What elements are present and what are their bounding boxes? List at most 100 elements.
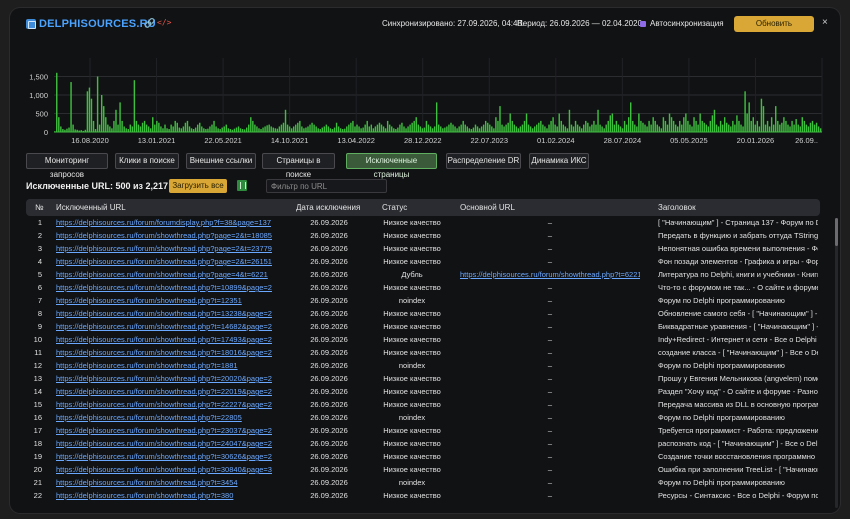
excluded-url-link[interactable]: https://delphisources.ru/forum/showthrea…: [56, 335, 294, 344]
status-label: Низкое качество: [383, 374, 441, 383]
tab-iks-dynamics[interactable]: Динамика ИКС: [529, 153, 589, 169]
link-icon[interactable]: 🔗: [144, 18, 155, 29]
excluded-url-link[interactable]: https://delphisources.ru/forum/showthrea…: [56, 270, 294, 279]
auto-sync-checkbox[interactable]: [640, 21, 646, 27]
excluded-url-link[interactable]: https://delphisources.ru/forum/showthrea…: [56, 348, 294, 357]
main-url: –: [547, 491, 553, 500]
excel-export-icon[interactable]: [237, 180, 247, 191]
scrollbar-thumb[interactable]: [835, 218, 838, 246]
chart-bar: [544, 126, 546, 132]
close-icon[interactable]: ×: [822, 17, 828, 28]
chart-bar: [254, 124, 256, 132]
chart-bar: [627, 117, 630, 132]
tab-excluded-pages[interactable]: Исключенные страницы: [346, 153, 437, 179]
chart-bar: [707, 126, 710, 132]
url-filter-input[interactable]: [266, 179, 387, 193]
chart-bar: [484, 120, 487, 132]
excluded-url-link[interactable]: https://delphisources.ru/forum/showthrea…: [56, 257, 294, 266]
excluded-url-link[interactable]: https://delphisources.ru/forum/showthrea…: [56, 309, 294, 318]
excluded-url-link[interactable]: https://delphisources.ru/forum/showthrea…: [56, 478, 294, 487]
chart-bar: [768, 126, 771, 132]
chart-bar: [595, 124, 597, 132]
excluded-url-link[interactable]: https://delphisources.ru/forum/showthrea…: [56, 231, 294, 240]
chart-bar: [482, 124, 485, 132]
table-row: 2 https://delphisources.ru/forum/showthre…: [26, 229, 820, 242]
main-url: –: [547, 413, 553, 422]
tab-external-links[interactable]: Внешние ссылки: [186, 153, 256, 169]
excluded-url-link[interactable]: https://delphisources.ru/forum/showthrea…: [56, 400, 294, 409]
chart-bar: [674, 124, 677, 132]
col-exclusion-date[interactable]: Дата исключения: [296, 203, 360, 212]
excluded-url-link[interactable]: https://delphisources.ru/forum/showthrea…: [56, 452, 294, 461]
col-status[interactable]: Статус: [382, 203, 407, 212]
status-label: Низкое качество: [383, 426, 441, 435]
main-url: –: [547, 374, 553, 383]
tab-dr-distribution[interactable]: Распределение DR: [446, 153, 521, 169]
excluded-url-link[interactable]: https://delphisources.ru/forum/showthrea…: [56, 296, 294, 305]
load-all-button[interactable]: Загрузить все: [169, 179, 227, 193]
chart-bar: [730, 126, 732, 132]
chart-bar: [274, 128, 277, 132]
site-name[interactable]: DELPHISOURCES.RU: [39, 18, 156, 30]
tab-query-monitoring[interactable]: Мониторинг запросов: [26, 153, 108, 179]
chart-bar: [172, 126, 174, 132]
row-number: 22: [33, 491, 42, 500]
excluded-url-link[interactable]: https://delphisources.ru/forum/showthrea…: [56, 322, 294, 331]
chart-bar: [583, 124, 585, 132]
traffic-chart: 0 500 1,000 1,500 16.08.2020 13.01.2021 22.05.…: [10, 48, 840, 158]
chart-bar: [564, 126, 567, 132]
excluded-url-link[interactable]: https://delphisources.ru/forum/showthrea…: [56, 374, 294, 383]
chart-bar: [250, 117, 252, 132]
chart-bar: [625, 124, 628, 132]
excluded-url-link[interactable]: https://delphisources.ru/forum/showthrea…: [56, 439, 294, 448]
excluded-url-link[interactable]: https://delphisources.ru/forum/showthrea…: [56, 244, 294, 253]
auto-sync-label[interactable]: Автосинхронизация: [650, 19, 724, 28]
tab-search-clicks[interactable]: Клики в поиске: [115, 153, 179, 169]
excluded-url-link[interactable]: https://delphisources.ru/forum/showthrea…: [56, 387, 294, 396]
code-icon[interactable]: </>: [157, 18, 171, 27]
chart-bar: [270, 126, 272, 132]
x-tick-label: 05.05.2025: [670, 136, 708, 145]
chart-bar: [744, 91, 746, 132]
exclusion-date: 26.09.2026: [310, 322, 348, 331]
page-title-cell: Что-то с форумом не так... - О сайте и ф…: [658, 283, 818, 292]
excluded-url-link[interactable]: https://delphisources.ru/forum/showthrea…: [56, 283, 294, 292]
excluded-url-link[interactable]: https://delphisources.ru/forum/forumdisp…: [56, 218, 294, 227]
y-tick-label: 1,500: [29, 73, 48, 82]
chart-bar: [742, 126, 744, 132]
col-excluded-url[interactable]: Исключенный URL: [56, 203, 126, 212]
excluded-url-link[interactable]: https://delphisources.ru/forum/showthrea…: [56, 491, 294, 500]
x-tick-label: 22.07.2023: [470, 136, 508, 145]
row-number: 7: [37, 296, 42, 305]
chart-bar: [476, 126, 479, 132]
row-number: 10: [33, 335, 42, 344]
chart-bar: [621, 128, 624, 132]
chart-bar: [726, 122, 728, 132]
refresh-button[interactable]: Обновить: [734, 16, 814, 32]
col-title[interactable]: Заголовок: [658, 203, 696, 212]
chart-bar: [305, 127, 307, 132]
table-scrollbar[interactable]: [835, 218, 838, 508]
excluded-url-link[interactable]: https://delphisources.ru/forum/showthrea…: [56, 426, 294, 435]
tab-indexed-pages[interactable]: Страницы в поиске: [262, 153, 335, 179]
main-url-link[interactable]: https://delphisources.ru/forum/showthrea…: [460, 270, 640, 279]
chart-bar: [158, 122, 160, 132]
x-tick-label: 20.01.2026: [737, 136, 775, 145]
chart-bar: [478, 128, 481, 132]
chart-bar: [409, 124, 411, 132]
chart-bar: [815, 122, 818, 132]
excluded-url-link[interactable]: https://delphisources.ru/forum/showthrea…: [56, 465, 294, 474]
exclusion-date: 26.09.2026: [310, 361, 348, 370]
chart-bar: [762, 106, 765, 132]
chart-bar: [719, 120, 722, 132]
chart-bar: [252, 120, 254, 132]
excluded-url-link[interactable]: https://delphisources.ru/forum/showthrea…: [56, 413, 294, 422]
chart-bar: [668, 113, 671, 132]
chart-bar: [384, 128, 387, 132]
col-number[interactable]: №: [35, 203, 44, 212]
chart-bar: [433, 126, 436, 132]
chart-bar: [88, 87, 91, 132]
col-main-url[interactable]: Основной URL: [460, 203, 515, 212]
excluded-url-link[interactable]: https://delphisources.ru/forum/showthrea…: [56, 361, 294, 370]
chart-bar: [464, 124, 466, 132]
